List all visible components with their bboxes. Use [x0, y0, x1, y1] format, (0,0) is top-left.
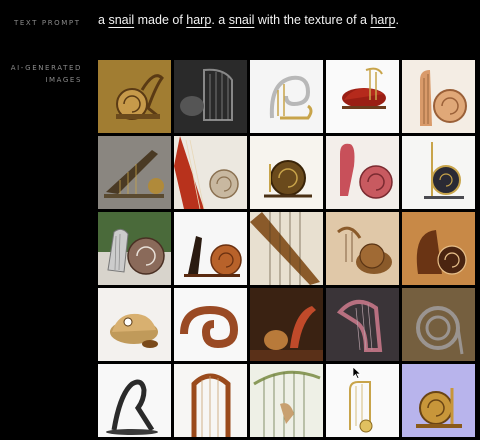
prompt-word-snail[interactable]: snail: [229, 13, 255, 27]
generated-image-8[interactable]: [250, 136, 323, 209]
ai-generated-images-label: AI-GENERATED IMAGES: [2, 62, 82, 86]
generated-image-9[interactable]: [326, 136, 399, 209]
generated-image-4[interactable]: [326, 60, 399, 133]
generated-image-7[interactable]: [174, 136, 247, 209]
ai-generated-label-line2: IMAGES: [45, 76, 82, 84]
generated-image-12[interactable]: [174, 212, 247, 285]
generated-image-2[interactable]: [174, 60, 247, 133]
prompt-part: a: [98, 13, 109, 27]
generated-image-17[interactable]: [174, 288, 247, 361]
generated-image-16[interactable]: [98, 288, 171, 361]
prompt-part: made of: [134, 13, 187, 27]
prompt-word-snail[interactable]: snail: [108, 13, 134, 27]
generated-image-10[interactable]: [402, 136, 475, 209]
generated-image-13[interactable]: [250, 212, 323, 285]
generated-image-24[interactable]: [326, 364, 399, 437]
generated-image-19[interactable]: [326, 288, 399, 361]
generated-image-22[interactable]: [174, 364, 247, 437]
mouse-cursor-icon: [353, 367, 361, 379]
generated-image-20[interactable]: [402, 288, 475, 361]
prompt-text: a snail made of harp. a snail with the t…: [98, 13, 399, 27]
generated-image-1[interactable]: [98, 60, 171, 133]
generated-image-11[interactable]: [98, 212, 171, 285]
generated-image-15[interactable]: [402, 212, 475, 285]
generated-image-25[interactable]: [402, 364, 475, 437]
prompt-part: . a: [211, 13, 229, 27]
prompt-part: .: [395, 13, 399, 27]
generated-image-6[interactable]: [98, 136, 171, 209]
prompt-word-harp[interactable]: harp: [186, 13, 211, 27]
text-prompt-label: TEXT PROMPT: [14, 17, 81, 29]
generated-image-5[interactable]: [402, 60, 475, 133]
generated-image-23[interactable]: [250, 364, 323, 437]
generated-image-18[interactable]: [250, 288, 323, 361]
ai-generated-label-line1: AI-GENERATED: [10, 64, 82, 72]
text-prompt-label-text: TEXT PROMPT: [14, 19, 81, 27]
generated-image-3[interactable]: [250, 60, 323, 133]
prompt-word-harp[interactable]: harp: [370, 13, 395, 27]
generated-image-21[interactable]: [98, 364, 171, 437]
generated-image-14[interactable]: [326, 212, 399, 285]
prompt-part: with the texture of a: [254, 13, 371, 27]
image-grid: [98, 60, 476, 440]
